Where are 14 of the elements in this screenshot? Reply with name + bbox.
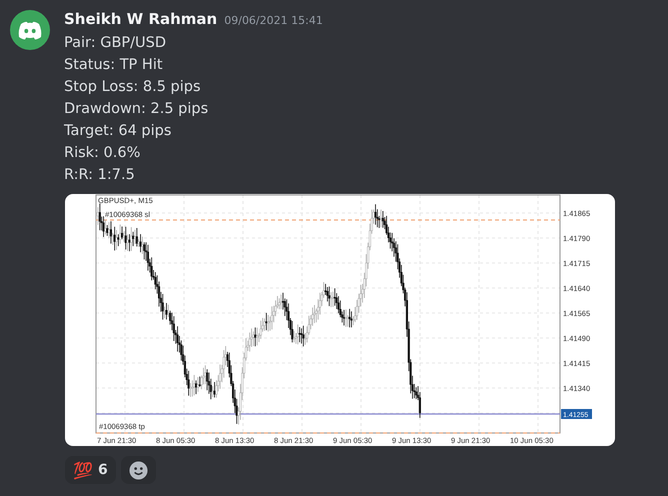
message-line: Stop Loss: 8.5 pips [64, 78, 202, 97]
smiley-icon [128, 460, 148, 480]
avatar[interactable] [10, 10, 50, 50]
message-line: Target: 64 pips [64, 122, 172, 141]
message-line: Risk: 0.6% [64, 144, 142, 163]
author-name[interactable]: Sheikh W Rahman [64, 10, 218, 28]
chart-attachment[interactable] [65, 194, 615, 446]
add-reaction-button[interactable] [120, 456, 156, 484]
message-line: Pair: GBP/USD [64, 34, 168, 53]
timestamp: 09/06/2021 15:41 [224, 14, 323, 27]
reaction-button[interactable]: 💯 6 [65, 456, 116, 484]
message-line: Status: TP Hit [64, 56, 164, 75]
message-line: Drawdown: 2.5 pips [64, 100, 210, 119]
message-line: R:R: 1:7.5 [64, 166, 136, 185]
